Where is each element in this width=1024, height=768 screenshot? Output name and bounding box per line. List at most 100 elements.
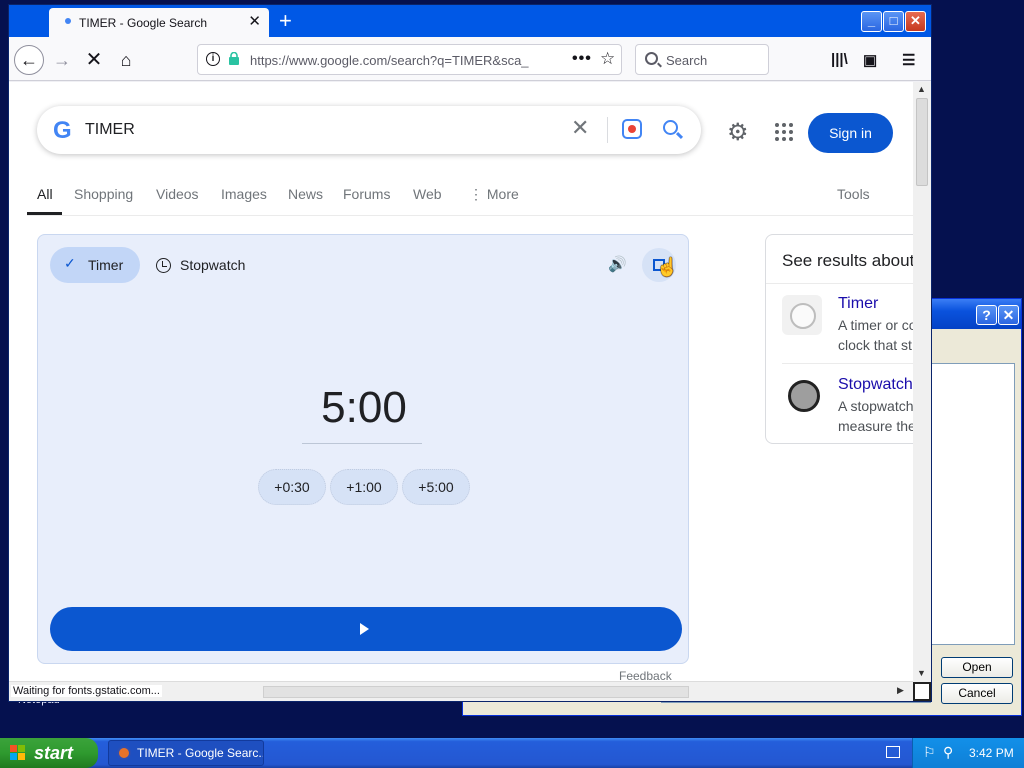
vertical-scrollbar[interactable]: ▲ ▼ xyxy=(913,82,931,682)
forward-button[interactable]: → xyxy=(47,45,77,75)
add-1m-button[interactable]: +1:00 xyxy=(330,469,398,505)
status-bar: Waiting for fonts.gstatic.com... ▶ xyxy=(9,681,913,701)
timer-underline xyxy=(302,443,422,444)
knowledge-panel: See results about Timer A timer or co cl… xyxy=(765,234,913,444)
tab-videos[interactable]: Videos xyxy=(156,186,199,202)
dialog-help-button[interactable]: ? xyxy=(976,305,997,325)
divider xyxy=(782,363,913,364)
kp-stopwatch-link[interactable]: Stopwatch xyxy=(838,376,913,394)
tools-button[interactable]: Tools xyxy=(837,186,870,202)
network-icon[interactable]: ⚐ xyxy=(923,744,939,760)
close-window-button[interactable]: ✕ xyxy=(905,11,926,32)
taskbar: start TIMER - Google Searc... ⚐ ⚲ 3:42 P… xyxy=(0,738,1024,768)
desktop xyxy=(0,0,8,768)
info-icon[interactable]: i xyxy=(206,52,220,66)
web-page: G TIMER ✕ ⚙ Sign in All Shopping Videos … xyxy=(9,82,913,681)
stopwatch-mode-label: Stopwatch xyxy=(180,257,246,273)
start-label: start xyxy=(34,743,74,763)
dialog-open-button[interactable]: Open xyxy=(941,657,1013,678)
dialog-file-list[interactable] xyxy=(931,363,1015,645)
mouse-cursor-icon: ☝ xyxy=(656,257,679,277)
browser-window: TIMER - Google Search ✕ + _ □ ✕ ← → ✕ ⌂ … xyxy=(8,4,932,702)
tab-close-icon[interactable]: ✕ xyxy=(248,12,261,30)
menu-icon[interactable]: ☰ xyxy=(902,51,915,69)
url-text[interactable]: https://www.google.com/search?q=TIMER&sc… xyxy=(250,53,538,68)
back-button[interactable]: ← xyxy=(14,45,44,75)
tab-strip: TIMER - Google Search ✕ + _ □ ✕ xyxy=(9,5,931,37)
tab-web[interactable]: Web xyxy=(413,186,442,202)
minimize-button[interactable]: _ xyxy=(861,11,882,32)
divider xyxy=(607,117,608,143)
kp-timer-desc-1: A timer or co xyxy=(838,317,913,333)
divider xyxy=(766,283,913,284)
firefox-icon xyxy=(117,746,131,760)
maximize-button[interactable]: □ xyxy=(883,11,904,32)
settings-gear-icon[interactable]: ⚙ xyxy=(727,118,749,147)
dialog-cancel-button[interactable]: Cancel xyxy=(941,683,1013,704)
stopwatch-mode-chip[interactable]: Stopwatch xyxy=(154,247,264,283)
start-button[interactable]: start xyxy=(0,738,98,768)
sidebar-icon[interactable]: ▣ xyxy=(863,51,877,69)
add-30s-button[interactable]: +0:30 xyxy=(258,469,326,505)
timer-mode-label: Timer xyxy=(88,257,124,273)
lock-icon xyxy=(229,52,239,65)
search-icon xyxy=(645,52,658,65)
search-query[interactable]: TIMER xyxy=(85,121,135,139)
start-timer-button[interactable] xyxy=(50,607,682,651)
address-bar[interactable]: i https://www.google.com/search?q=TIMER&… xyxy=(197,44,622,75)
tab-all[interactable]: All xyxy=(37,186,53,202)
system-tray: ⚐ ⚲ 3:42 PM xyxy=(912,738,1024,768)
browser-search-input[interactable]: Search xyxy=(635,44,769,75)
tab-images[interactable]: Images xyxy=(221,186,267,202)
keyboard-icon[interactable] xyxy=(886,746,900,758)
browser-tab[interactable]: TIMER - Google Search ✕ xyxy=(49,8,269,37)
add-5m-button[interactable]: +5:00 xyxy=(402,469,470,505)
google-search-box[interactable]: G TIMER ✕ xyxy=(37,106,701,154)
kp-stopwatch-desc-1: A stopwatch xyxy=(838,398,913,414)
google-apps-icon[interactable] xyxy=(775,123,793,141)
bookmark-star-icon[interactable]: ☆ xyxy=(600,49,615,69)
google-favicon-icon xyxy=(65,18,71,24)
knowledge-panel-heading: See results about xyxy=(782,251,913,270)
dialog-close-button[interactable]: ✕ xyxy=(998,305,1019,325)
google-logo[interactable]: G xyxy=(53,117,72,145)
stopwatch-thumbnail[interactable] xyxy=(782,375,822,415)
sound-icon[interactable]: 🔊 xyxy=(608,255,627,273)
search-submit-icon[interactable] xyxy=(663,120,678,135)
taskbar-clock[interactable]: 3:42 PM xyxy=(969,746,1014,760)
clear-icon[interactable]: ✕ xyxy=(571,115,589,141)
search-tabs: All Shopping Videos Images News Forums W… xyxy=(27,178,913,216)
tab-title: TIMER - Google Search xyxy=(79,16,208,30)
library-icon[interactable]: |||\ xyxy=(831,51,848,68)
tab-shopping[interactable]: Shopping xyxy=(74,186,133,202)
new-tab-button[interactable]: + xyxy=(279,9,292,33)
timer-thumbnail[interactable] xyxy=(782,295,822,335)
tab-more[interactable]: ⋮ More xyxy=(469,186,519,203)
search-tray-icon[interactable]: ⚲ xyxy=(943,744,959,760)
resize-corner[interactable] xyxy=(913,682,931,701)
horizontal-scrollbar[interactable] xyxy=(263,686,689,698)
timer-mode-chip[interactable]: ✓ Timer xyxy=(50,247,140,283)
tab-news[interactable]: News xyxy=(288,186,323,202)
kp-timer-desc-2: clock that st xyxy=(838,337,912,353)
status-text: Waiting for fonts.gstatic.com... xyxy=(11,685,162,697)
home-button[interactable]: ⌂ xyxy=(111,45,141,75)
timer-display[interactable]: 5:00 xyxy=(304,383,424,433)
sign-in-button[interactable]: Sign in xyxy=(808,113,893,153)
kp-stopwatch-desc-2: measure the xyxy=(838,418,913,434)
vertical-scroll-thumb[interactable] xyxy=(916,98,928,186)
google-lens-icon[interactable] xyxy=(622,119,642,139)
scroll-down-icon[interactable]: ▼ xyxy=(917,668,926,678)
search-placeholder: Search xyxy=(666,53,708,68)
taskbar-browser-button[interactable]: TIMER - Google Searc... xyxy=(108,740,264,766)
page-actions-icon[interactable]: ••• xyxy=(572,50,592,68)
stop-loading-button[interactable]: ✕ xyxy=(79,45,109,75)
clock-icon xyxy=(156,258,171,273)
feedback-link[interactable]: Feedback xyxy=(619,669,672,681)
kp-timer-link[interactable]: Timer xyxy=(838,295,878,313)
timer-widget: ✓ Timer Stopwatch 🔊 ☝ 5:00 +0:30 +1:00 +… xyxy=(37,234,689,664)
tab-forums[interactable]: Forums xyxy=(343,186,390,202)
scroll-up-icon[interactable]: ▲ xyxy=(917,84,926,94)
scroll-right-icon[interactable]: ▶ xyxy=(897,685,904,696)
active-tab-indicator xyxy=(27,212,62,215)
